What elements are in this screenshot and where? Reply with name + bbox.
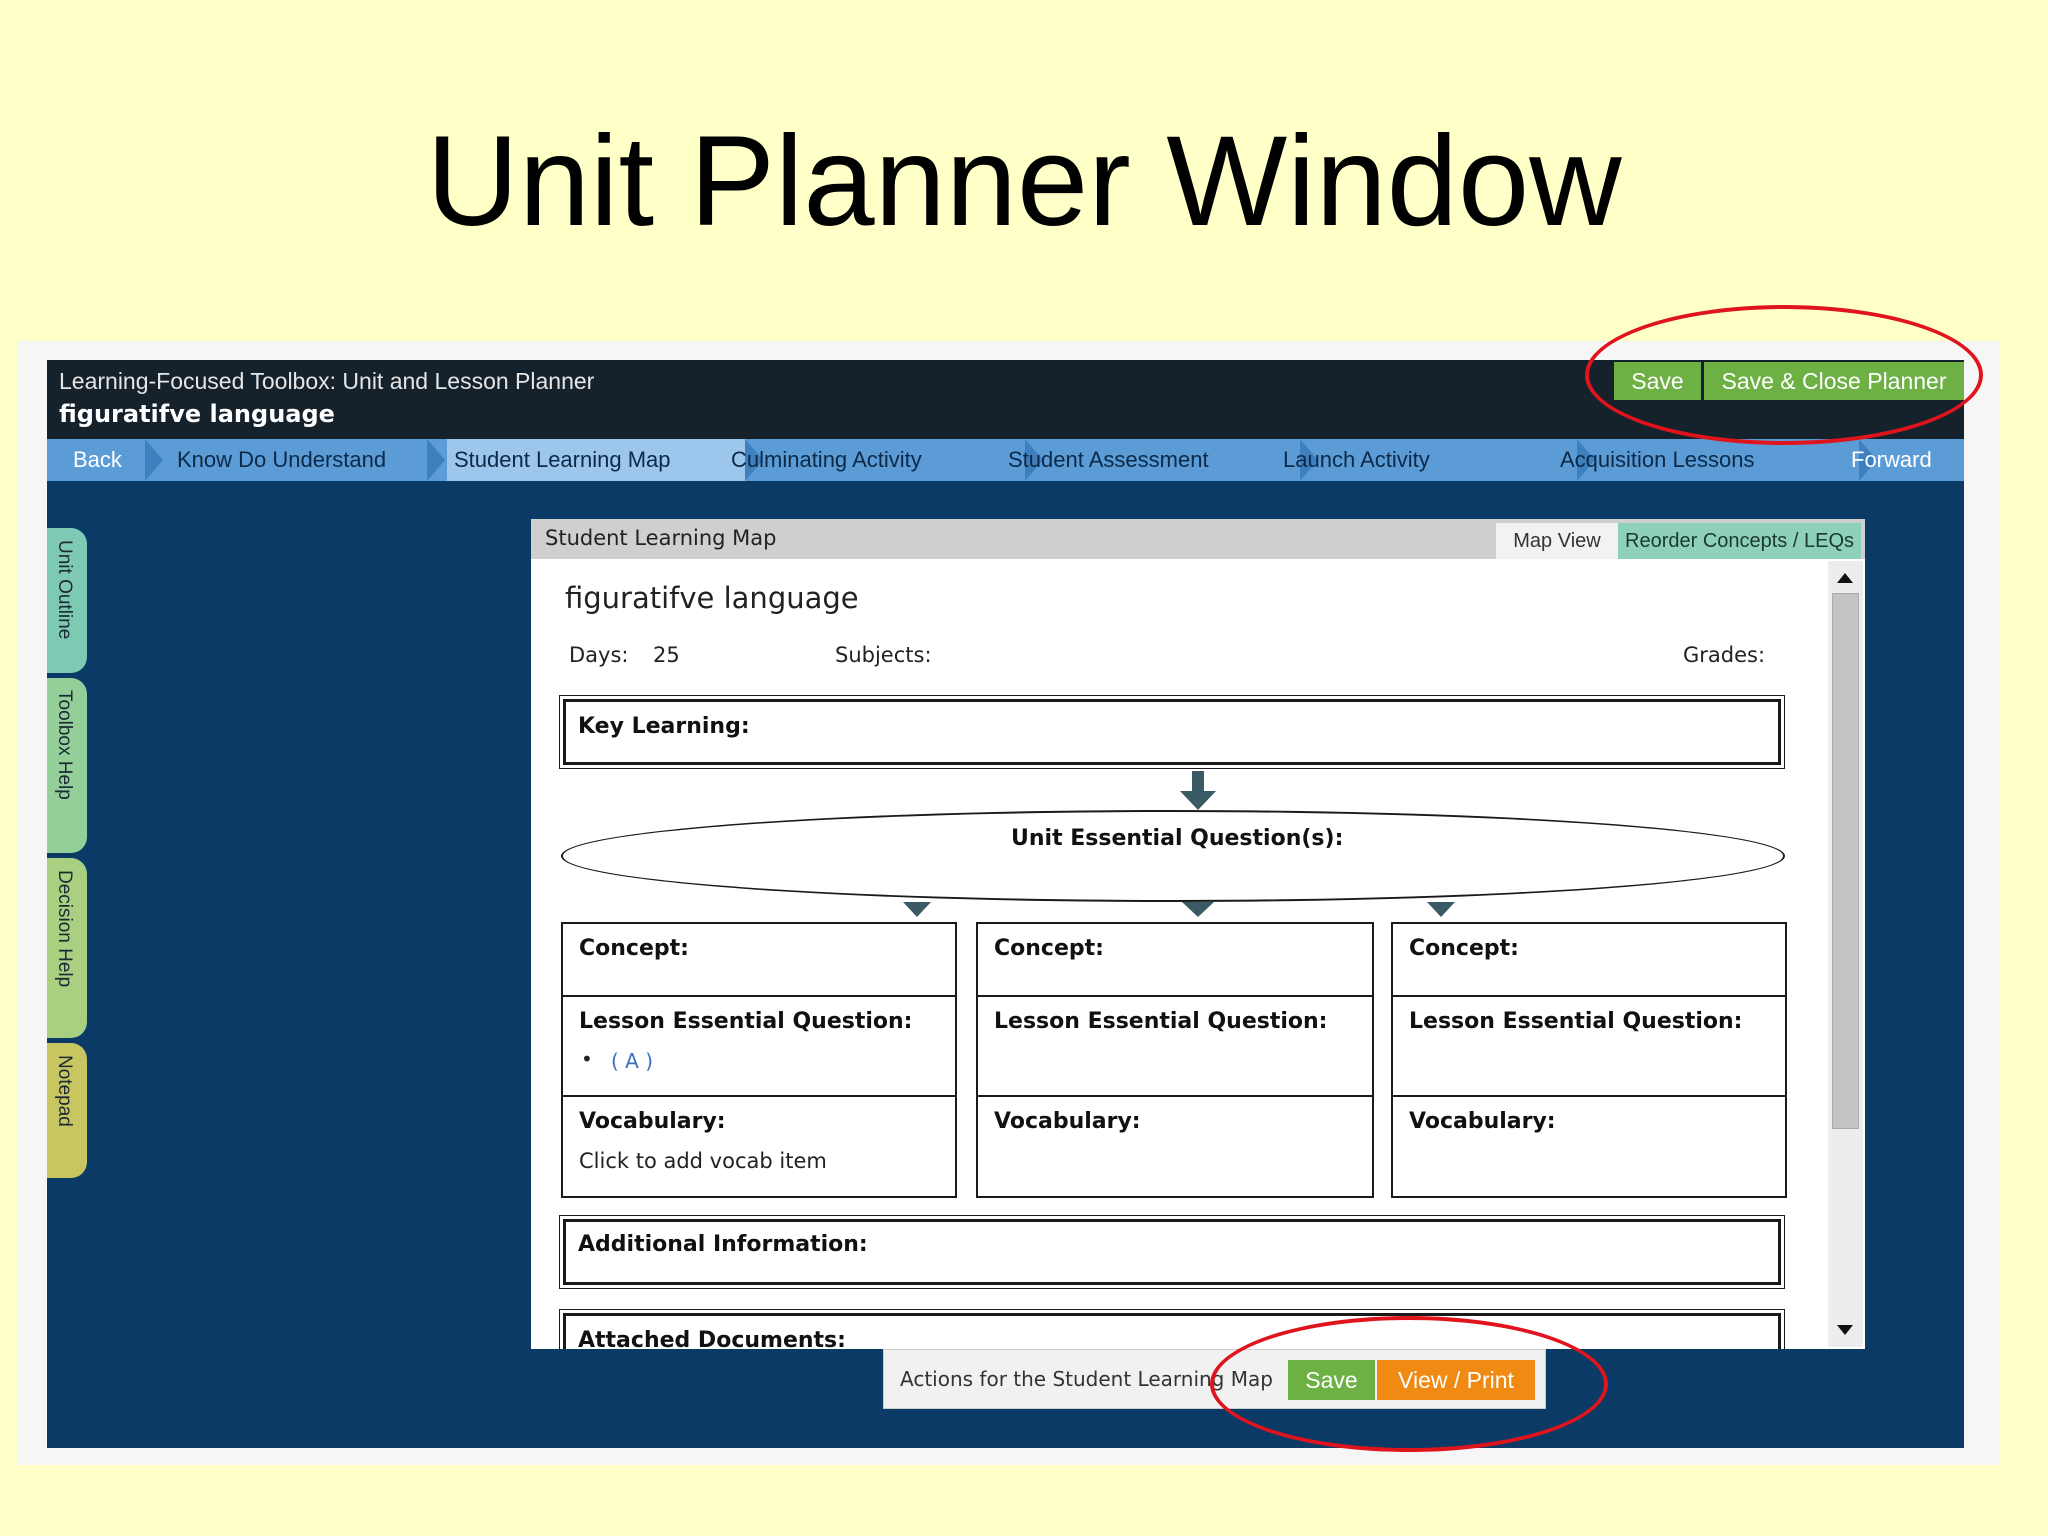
concept-box[interactable]: Concept: <box>1391 922 1787 997</box>
nav-back[interactable]: Back <box>73 439 122 481</box>
vocabulary-label: Vocabulary: <box>994 1109 1141 1134</box>
attached-documents-box[interactable]: Attached Documents: <box>559 1309 1785 1349</box>
view-print-button[interactable]: View / Print <box>1377 1360 1535 1400</box>
slide-title: Unit Planner Window <box>426 110 1622 253</box>
concept-label: Concept: <box>1409 936 1519 961</box>
scroll-up-icon[interactable] <box>1837 573 1853 583</box>
side-tab-decision-help[interactable]: Decision Help <box>47 858 87 1038</box>
vocabulary-label: Vocabulary: <box>579 1109 726 1134</box>
leq-label: Lesson Essential Question: <box>579 1009 913 1034</box>
leq-box[interactable]: Lesson Essential Question: <box>976 995 1374 1097</box>
app-title: Learning-Focused Toolbox: Unit and Lesso… <box>59 368 595 394</box>
unit-name: figuratifve language <box>59 400 335 428</box>
add-vocab-link[interactable]: Click to add vocab item <box>579 1149 827 1173</box>
side-tab-notepad[interactable]: Notepad <box>47 1043 87 1178</box>
actions-label: Actions for the Student Learning Map <box>900 1367 1273 1391</box>
side-tab-label: Decision Help <box>54 870 75 988</box>
attached-documents-clip: Attached Documents: <box>559 1309 1785 1349</box>
concept-box[interactable]: Concept: <box>561 922 957 997</box>
app-header: Learning-Focused Toolbox: Unit and Lesso… <box>47 360 1964 439</box>
side-tab-toolbox-help[interactable]: Toolbox Help <box>47 678 87 853</box>
map-actions-bar: Actions for the Student Learning Map Sav… <box>883 1349 1546 1409</box>
nav-separator <box>427 439 445 481</box>
scroll-thumb[interactable] <box>1832 593 1859 1129</box>
vocabulary-label: Vocabulary: <box>1409 1109 1556 1134</box>
vertical-scrollbar[interactable] <box>1828 561 1863 1347</box>
leq-box[interactable]: Lesson Essential Question: • ( A ) <box>561 995 957 1097</box>
concept-box[interactable]: Concept: <box>976 922 1374 997</box>
additional-information-label: Additional Information: <box>578 1232 868 1257</box>
attached-documents-label: Attached Documents: <box>578 1328 846 1349</box>
nav-culminating-activity[interactable]: Culminating Activity <box>731 439 922 481</box>
nav-acquisition-lessons[interactable]: Acquisition Lessons <box>1560 439 1754 481</box>
nav-student-assessment[interactable]: Student Assessment <box>1008 439 1209 481</box>
leq-item-link[interactable]: ( A ) <box>611 1049 653 1073</box>
unit-essential-question-box[interactable]: Unit Essential Question(s): <box>561 810 1785 902</box>
vocabulary-box[interactable]: Vocabulary: Click to add vocab item <box>561 1095 957 1198</box>
nav-student-learning-map[interactable]: Student Learning Map <box>454 439 671 481</box>
key-learning-label: Key Learning: <box>578 714 750 739</box>
side-tab-label: Notepad <box>54 1055 75 1127</box>
additional-information-box[interactable]: Additional Information: <box>559 1215 1785 1289</box>
ueq-label: Unit Essential Question(s): <box>1011 826 1344 851</box>
key-learning-box[interactable]: Key Learning: <box>559 695 1785 769</box>
leq-label: Lesson Essential Question: <box>994 1009 1328 1034</box>
step-navigation: Back Know Do Understand Student Learning… <box>47 439 1964 481</box>
vocabulary-box[interactable]: Vocabulary: <box>1391 1095 1787 1198</box>
side-tab-label: Toolbox Help <box>54 690 75 800</box>
concept-label: Concept: <box>994 936 1104 961</box>
student-learning-map-panel: Student Learning Map Map View Reorder Co… <box>531 519 1865 1349</box>
map-save-button[interactable]: Save <box>1288 1360 1375 1400</box>
nav-know-do-understand[interactable]: Know Do Understand <box>177 439 386 481</box>
leq-bullet: • <box>581 1047 593 1071</box>
save-close-planner-button[interactable]: Save & Close Planner <box>1704 362 1964 400</box>
leq-label: Lesson Essential Question: <box>1409 1009 1743 1034</box>
nav-separator <box>145 439 163 481</box>
leq-box[interactable]: Lesson Essential Question: <box>1391 995 1787 1097</box>
scroll-down-icon[interactable] <box>1837 1325 1853 1335</box>
nav-launch-activity[interactable]: Launch Activity <box>1283 439 1430 481</box>
concept-label: Concept: <box>579 936 689 961</box>
save-button[interactable]: Save <box>1614 362 1701 400</box>
side-tab-unit-outline[interactable]: Unit Outline <box>47 528 87 673</box>
vocabulary-box[interactable]: Vocabulary: <box>976 1095 1374 1198</box>
nav-forward[interactable]: Forward <box>1851 439 1932 481</box>
side-tab-label: Unit Outline <box>54 540 75 640</box>
